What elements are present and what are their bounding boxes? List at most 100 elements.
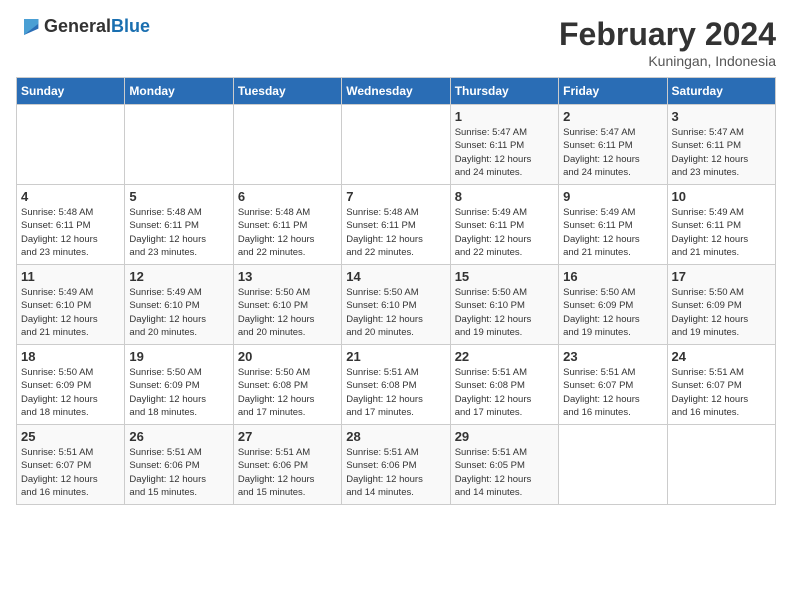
calendar-cell: 11 Sunrise: 5:49 AMSunset: 6:10 PMDayligh… — [17, 265, 125, 345]
calendar-cell: 20 Sunrise: 5:50 AMSunset: 6:08 PMDayligh… — [233, 345, 341, 425]
day-number: 19 — [129, 349, 228, 364]
day-info: Sunrise: 5:49 AMSunset: 6:11 PMDaylight:… — [563, 206, 662, 259]
calendar-cell: 9 Sunrise: 5:49 AMSunset: 6:11 PMDaylight… — [559, 185, 667, 265]
day-number: 22 — [455, 349, 554, 364]
day-info: Sunrise: 5:51 AMSunset: 6:05 PMDaylight:… — [455, 446, 554, 499]
calendar-subtitle: Kuningan, Indonesia — [559, 53, 776, 69]
calendar-cell: 14 Sunrise: 5:50 AMSunset: 6:10 PMDayligh… — [342, 265, 450, 345]
day-number: 12 — [129, 269, 228, 284]
day-number: 16 — [563, 269, 662, 284]
calendar-cell: 18 Sunrise: 5:50 AMSunset: 6:09 PMDayligh… — [17, 345, 125, 425]
title-block: February 2024 Kuningan, Indonesia — [559, 16, 776, 69]
day-number: 4 — [21, 189, 120, 204]
calendar-cell — [342, 105, 450, 185]
day-number: 6 — [238, 189, 337, 204]
day-number: 25 — [21, 429, 120, 444]
calendar-cell: 28Sunrise: 5:51 AMSunset: 6:06 PMDayligh… — [342, 425, 450, 505]
day-info: Sunrise: 5:51 AMSunset: 6:07 PMDaylight:… — [563, 366, 662, 419]
page-header: GeneralBlue February 2024 Kuningan, Indo… — [16, 16, 776, 69]
day-info: Sunrise: 5:48 AMSunset: 6:11 PMDaylight:… — [238, 206, 337, 259]
calendar-cell: 4 Sunrise: 5:48 AMSunset: 6:11 PMDaylight… — [17, 185, 125, 265]
day-info: Sunrise: 5:49 AMSunset: 6:10 PMDaylight:… — [21, 286, 120, 339]
day-number: 18 — [21, 349, 120, 364]
calendar-cell: 25 Sunrise: 5:51 AMSunset: 6:07 PMDayligh… — [17, 425, 125, 505]
calendar-cell: 13 Sunrise: 5:50 AMSunset: 6:10 PMDayligh… — [233, 265, 341, 345]
day-info: Sunrise: 5:50 AMSunset: 6:10 PMDaylight:… — [346, 286, 445, 339]
calendar-cell: 16 Sunrise: 5:50 AMSunset: 6:09 PMDayligh… — [559, 265, 667, 345]
day-number: 3 — [672, 109, 771, 124]
calendar-cell: 6 Sunrise: 5:48 AMSunset: 6:11 PMDaylight… — [233, 185, 341, 265]
day-info: Sunrise: 5:49 AMSunset: 6:11 PMDaylight:… — [672, 206, 771, 259]
calendar-cell: 19 Sunrise: 5:50 AMSunset: 6:09 PMDayligh… — [125, 345, 233, 425]
day-number: 13 — [238, 269, 337, 284]
header-day-tuesday: Tuesday — [233, 78, 341, 105]
header-day-thursday: Thursday — [450, 78, 558, 105]
header-row: SundayMondayTuesdayWednesdayThursdayFrid… — [17, 78, 776, 105]
day-number: 24 — [672, 349, 771, 364]
calendar-title: February 2024 — [559, 16, 776, 53]
header-day-sunday: Sunday — [17, 78, 125, 105]
day-number: 14 — [346, 269, 445, 284]
calendar-cell — [125, 105, 233, 185]
week-row-1: 1 Sunrise: 5:47 AMSunset: 6:11 PMDaylight… — [17, 105, 776, 185]
day-info: Sunrise: 5:49 AMSunset: 6:11 PMDaylight:… — [455, 206, 554, 259]
day-info: Sunrise: 5:48 AMSunset: 6:11 PMDaylight:… — [21, 206, 120, 259]
day-info: Sunrise: 5:51 AMSunset: 6:06 PMDaylight:… — [238, 446, 337, 499]
week-row-2: 4 Sunrise: 5:48 AMSunset: 6:11 PMDaylight… — [17, 185, 776, 265]
calendar-cell — [559, 425, 667, 505]
calendar-cell: 24 Sunrise: 5:51 AMSunset: 6:07 PMDayligh… — [667, 345, 775, 425]
day-number: 26 — [129, 429, 228, 444]
day-number: 15 — [455, 269, 554, 284]
day-info: Sunrise: 5:47 AMSunset: 6:11 PMDaylight:… — [672, 126, 771, 179]
week-row-3: 11 Sunrise: 5:49 AMSunset: 6:10 PMDayligh… — [17, 265, 776, 345]
day-number: 21 — [346, 349, 445, 364]
week-row-5: 25 Sunrise: 5:51 AMSunset: 6:07 PMDayligh… — [17, 425, 776, 505]
calendar-cell: 10 Sunrise: 5:49 AMSunset: 6:11 PMDayligh… — [667, 185, 775, 265]
day-info: Sunrise: 5:47 AMSunset: 6:11 PMDaylight:… — [455, 126, 554, 179]
day-number: 10 — [672, 189, 771, 204]
day-number: 2 — [563, 109, 662, 124]
logo-text: GeneralBlue — [44, 16, 150, 37]
calendar-table: SundayMondayTuesdayWednesdayThursdayFrid… — [16, 77, 776, 505]
day-info: Sunrise: 5:50 AMSunset: 6:09 PMDaylight:… — [129, 366, 228, 419]
day-info: Sunrise: 5:50 AMSunset: 6:10 PMDaylight:… — [238, 286, 337, 339]
day-info: Sunrise: 5:50 AMSunset: 6:10 PMDaylight:… — [455, 286, 554, 339]
calendar-cell: 27 Sunrise: 5:51 AMSunset: 6:06 PMDayligh… — [233, 425, 341, 505]
day-info: Sunrise: 5:47 AMSunset: 6:11 PMDaylight:… — [563, 126, 662, 179]
day-info: Sunrise: 5:50 AMSunset: 6:08 PMDaylight:… — [238, 366, 337, 419]
day-number: 8 — [455, 189, 554, 204]
logo-icon — [16, 17, 40, 37]
header-day-friday: Friday — [559, 78, 667, 105]
day-info: Sunrise: 5:50 AMSunset: 6:09 PMDaylight:… — [21, 366, 120, 419]
calendar-cell: 15 Sunrise: 5:50 AMSunset: 6:10 PMDayligh… — [450, 265, 558, 345]
calendar-cell: 5Sunrise: 5:48 AMSunset: 6:11 PMDaylight… — [125, 185, 233, 265]
calendar-cell — [233, 105, 341, 185]
day-number: 29 — [455, 429, 554, 444]
day-info: Sunrise: 5:51 AMSunset: 6:07 PMDaylight:… — [21, 446, 120, 499]
day-info: Sunrise: 5:50 AMSunset: 6:09 PMDaylight:… — [672, 286, 771, 339]
day-number: 27 — [238, 429, 337, 444]
day-number: 20 — [238, 349, 337, 364]
day-info: Sunrise: 5:48 AMSunset: 6:11 PMDaylight:… — [346, 206, 445, 259]
day-info: Sunrise: 5:49 AMSunset: 6:10 PMDaylight:… — [129, 286, 228, 339]
calendar-cell: 8 Sunrise: 5:49 AMSunset: 6:11 PMDaylight… — [450, 185, 558, 265]
day-number: 17 — [672, 269, 771, 284]
day-info: Sunrise: 5:50 AMSunset: 6:09 PMDaylight:… — [563, 286, 662, 339]
day-info: Sunrise: 5:51 AMSunset: 6:07 PMDaylight:… — [672, 366, 771, 419]
day-number: 7 — [346, 189, 445, 204]
day-number: 9 — [563, 189, 662, 204]
header-day-monday: Monday — [125, 78, 233, 105]
day-number: 5 — [129, 189, 228, 204]
day-number: 11 — [21, 269, 120, 284]
calendar-cell: 29 Sunrise: 5:51 AMSunset: 6:05 PMDayligh… — [450, 425, 558, 505]
day-number: 23 — [563, 349, 662, 364]
calendar-cell: 26 Sunrise: 5:51 AMSunset: 6:06 PMDayligh… — [125, 425, 233, 505]
calendar-cell: 17 Sunrise: 5:50 AMSunset: 6:09 PMDayligh… — [667, 265, 775, 345]
day-info: Sunrise: 5:51 AMSunset: 6:08 PMDaylight:… — [455, 366, 554, 419]
calendar-cell: 1 Sunrise: 5:47 AMSunset: 6:11 PMDaylight… — [450, 105, 558, 185]
day-info: Sunrise: 5:51 AMSunset: 6:06 PMDaylight:… — [129, 446, 228, 499]
day-number: 1 — [455, 109, 554, 124]
calendar-cell: 23 Sunrise: 5:51 AMSunset: 6:07 PMDayligh… — [559, 345, 667, 425]
day-info: Sunrise: 5:51 AMSunset: 6:06 PMDaylight:… — [346, 446, 445, 499]
calendar-cell: 7 Sunrise: 5:48 AMSunset: 6:11 PMDaylight… — [342, 185, 450, 265]
